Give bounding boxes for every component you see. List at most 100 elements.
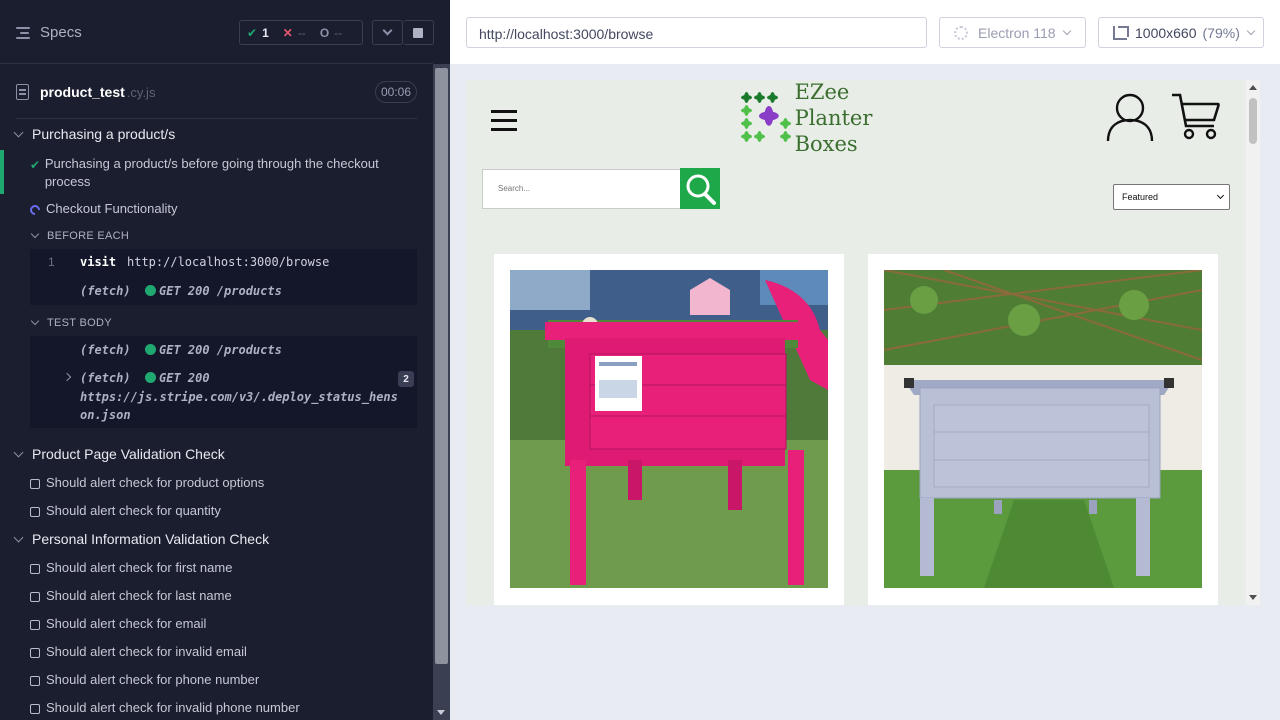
spinner-icon: O [319, 25, 330, 40]
url-bar[interactable]: http://localhost:3000/browse [466, 17, 927, 48]
hamburger-menu-icon[interactable] [491, 108, 517, 132]
browser-name: Electron 118 [978, 24, 1056, 41]
specs-label: Specs [40, 24, 82, 41]
suite-title: Product Page Validation Check [32, 446, 225, 462]
shopping-cart-icon[interactable] [1170, 90, 1222, 142]
test-title: Should alert check for email [46, 616, 207, 631]
suite-purchasing[interactable]: Purchasing a product/s [13, 126, 176, 142]
search-input[interactable]: Search... [482, 169, 681, 209]
pending-box-icon [30, 507, 40, 517]
test-pending[interactable]: Should alert check for invalid phone num… [30, 700, 300, 715]
test-title: Should alert check for quantity [46, 503, 221, 518]
spec-file-name: product_test [40, 84, 125, 100]
pending-count: -- [334, 25, 343, 40]
pending-box-icon [30, 564, 40, 574]
app-scrollbar[interactable] [1246, 80, 1260, 605]
stop-button[interactable] [403, 20, 434, 45]
suite-product-page[interactable]: Product Page Validation Check [13, 446, 225, 462]
expand-collapse-button[interactable] [372, 20, 403, 45]
test-title: Should alert check for invalid phone num… [46, 700, 300, 715]
clover-logo-icon [741, 92, 793, 144]
site-logo[interactable]: EZee Planter Boxes [741, 80, 941, 156]
logo-line1: EZee [794, 80, 850, 104]
status-dot-icon [145, 285, 156, 296]
command-message: GET 200 /products [145, 284, 282, 298]
suite-title: Personal Information Validation Check [32, 531, 270, 547]
suite-personal-info[interactable]: Personal Information Validation Check [13, 531, 270, 547]
product-card[interactable] [494, 254, 844, 605]
sort-select[interactable]: Featured [1113, 184, 1230, 210]
pending-box-icon [30, 620, 40, 630]
command-name: (fetch) [80, 371, 131, 385]
suite-title: Purchasing a product/s [32, 126, 176, 142]
pending-box-icon [30, 648, 40, 658]
test-pending[interactable]: Should alert check for invalid email [30, 644, 247, 659]
product-image[interactable] [884, 270, 1202, 588]
test-title: Checkout Functionality [46, 201, 178, 216]
spec-file-header: product_test .cy.js 00:06 [16, 81, 417, 103]
search-icon [686, 174, 716, 205]
viewport-info[interactable]: 1000x660 (79%) [1098, 17, 1264, 48]
test-title: Should alert check for last name [46, 588, 232, 603]
chevron-down-icon [13, 127, 24, 137]
test-title: Purchasing a product/s before going thro… [44, 156, 379, 189]
ruler-icon [1113, 25, 1129, 40]
scroll-up-icon[interactable] [1249, 85, 1257, 90]
reporter-header: Specs ✔ 1 ✕ -- O -- [0, 0, 434, 64]
chevron-right-icon [62, 372, 72, 382]
menu-lines-icon [16, 26, 32, 40]
scrollbar-thumb[interactable] [1249, 98, 1257, 144]
reporter-scrollbar[interactable] [433, 64, 450, 720]
x-icon: ✕ [282, 25, 293, 40]
test-title: Should alert check for phone number [46, 672, 260, 687]
failed-stat: ✕ -- [276, 26, 313, 40]
test-pending[interactable]: Should alert check for email [30, 616, 206, 631]
command-name: visit [80, 255, 117, 269]
cypress-reporter: Specs ✔ 1 ✕ -- O -- product_test .cy.js … [0, 0, 450, 720]
specs-toggle-button[interactable]: Specs [16, 24, 82, 41]
spec-file-ext: .cy.js [126, 84, 156, 100]
spec-duration: 00:06 [375, 81, 417, 103]
divider [16, 118, 417, 119]
chevron-down-icon [1246, 26, 1256, 35]
scroll-down-icon[interactable] [437, 710, 445, 715]
viewport-size: 1000x660 [1135, 24, 1197, 41]
test-pending[interactable]: Should alert check for last name [30, 588, 232, 603]
test-stats: ✔ 1 ✕ -- O -- [239, 20, 363, 45]
test-pending[interactable]: Should alert check for quantity [30, 503, 221, 518]
test-pending[interactable]: Should alert check for phone number [30, 672, 259, 687]
section-label: TEST BODY [47, 317, 112, 329]
command-name: (fetch) [80, 284, 131, 298]
pending-box-icon [30, 704, 40, 714]
count-badge: 2 [398, 371, 414, 387]
browser-selector[interactable]: Electron 118 [939, 17, 1086, 48]
scrollbar-thumb[interactable] [435, 68, 448, 664]
check-icon: ✔ [30, 158, 41, 172]
preview-toolbar: http://localhost:3000/browse Electron 11… [450, 0, 1280, 64]
test-running[interactable]: Checkout Functionality [27, 201, 178, 218]
spinner-icon [27, 202, 43, 218]
command-url: https://js.stripe.com/v3/.deploy_status_… [80, 390, 398, 422]
product-image[interactable] [510, 270, 828, 588]
pending-stat: O -- [313, 26, 349, 40]
command-fetch-stripe[interactable]: (fetch) GET 200 https://js.stripe.com/v3… [30, 371, 417, 426]
section-label: BEFORE EACH [47, 230, 130, 242]
pending-box-icon [30, 592, 40, 602]
test-passed[interactable]: ✔ Purchasing a product/s before going th… [30, 155, 390, 191]
before-each-commands: 1 visit http://localhost:3000/browse (fe… [30, 249, 417, 305]
user-account-icon[interactable] [1106, 92, 1154, 142]
app-under-test: EZee Planter Boxes Search... Featured [466, 80, 1260, 605]
test-pending[interactable]: Should alert check for first name [30, 560, 232, 575]
product-card[interactable] [868, 254, 1218, 605]
chevron-down-icon [13, 447, 24, 457]
command-number: 1 [48, 255, 55, 269]
failed-count: -- [297, 25, 306, 40]
test-body-header[interactable]: TEST BODY [30, 316, 112, 329]
pending-box-icon [30, 479, 40, 489]
chevron-down-icon [13, 532, 24, 542]
chevron-down-icon [1216, 191, 1225, 200]
test-pending[interactable]: Should alert check for product options [30, 475, 264, 490]
search-button[interactable] [680, 168, 720, 209]
scroll-down-icon[interactable] [1249, 595, 1257, 600]
before-each-header[interactable]: BEFORE EACH [30, 229, 130, 242]
